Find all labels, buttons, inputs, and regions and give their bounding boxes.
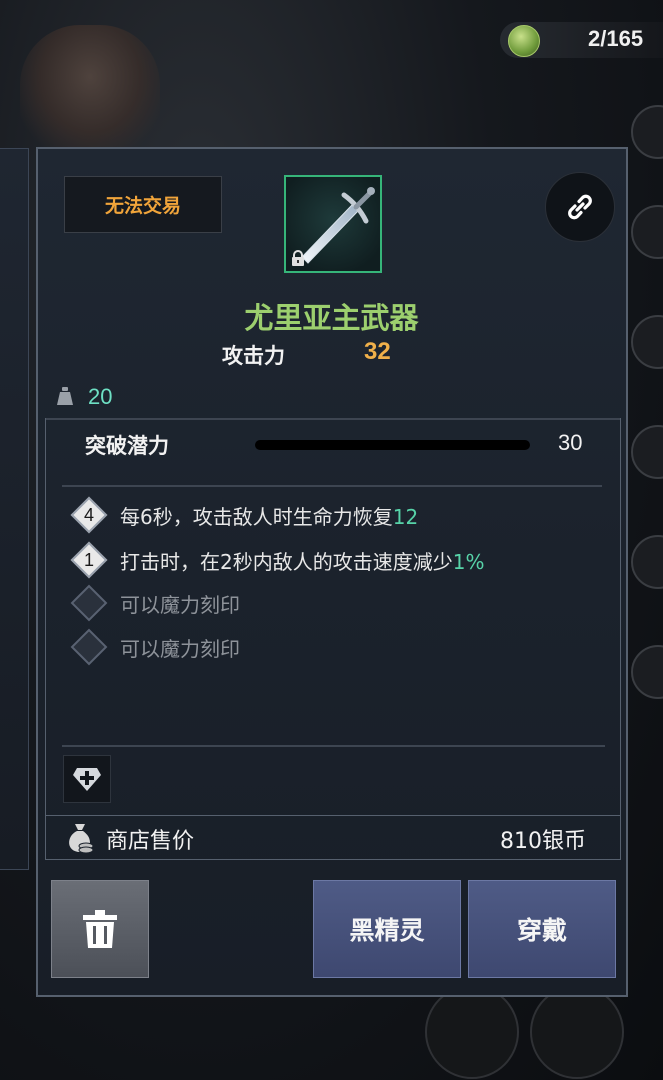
add-gem-slot[interactable] [63,755,111,803]
divider [62,745,605,747]
shop-price-label: 商店售价 [106,829,195,854]
option-level: 4 [83,504,94,525]
gem-plus-icon [73,768,101,791]
counter-text: 2/165 [588,26,644,51]
item-name: 尤里亚主武器 [244,301,419,335]
breakthrough-value: 30 [558,430,583,455]
option-description: 可以魔力刻印 [120,636,240,661]
background-left-panel [0,148,29,870]
option-row: 4 每6秒，攻击敌人时生命力恢复12 [70,495,418,535]
trade-status-badge: 无法交易 [64,176,222,233]
option-level-diamond-icon: 1 [70,541,108,579]
weight-icon [57,387,73,405]
breakthrough-bar [255,440,530,450]
breakthrough-label: 突破潜力 [85,434,169,458]
empty-slot-diamond-icon [70,628,108,666]
option-value: 1% [452,549,485,574]
option-description: 每6秒，攻击敌人时生命力恢复 [120,504,393,529]
option-text: 打击时，在2秒内敌人的攻击速度减少1% [120,546,484,575]
lock-icon [292,250,304,266]
background-slot [631,645,663,699]
option-text: 每6秒，攻击敌人时生命力恢复12 [120,501,418,530]
background-bottom-slot [530,985,624,1079]
link-icon [568,194,592,220]
empty-slot-diamond-icon [70,584,108,622]
background-character [20,25,160,155]
option-value: 12 [392,504,419,529]
option-text: 可以魔力刻印 [120,633,240,662]
divider [46,418,620,420]
option-row: 可以魔力刻印 [70,627,240,667]
option-row: 可以魔力刻印 [70,583,240,623]
delete-button[interactable] [51,880,149,978]
money-bag-icon [69,824,94,854]
attack-label: 攻击力 [222,344,285,368]
option-description: 打击时，在2秒内敌人的攻击速度减少 [120,549,453,574]
weight-value: 20 [88,384,113,409]
background-bottom-slot [425,985,519,1079]
background-slot [631,105,663,159]
divider [62,485,602,487]
shop-price-value: 810银币 [500,829,586,854]
option-description: 可以魔力刻印 [120,592,240,617]
share-link-button[interactable] [545,172,615,242]
attack-value: 32 [364,338,391,365]
background-slot [631,205,663,259]
race-button[interactable]: 黑精灵 [313,880,461,978]
background-slot [631,535,663,589]
option-level: 1 [83,549,94,570]
option-row: 1 打击时，在2秒内敌人的攻击速度减少1% [70,540,484,580]
equip-button[interactable]: 穿戴 [468,880,616,978]
option-text: 可以魔力刻印 [120,589,240,618]
background-slot [631,425,663,479]
fist-token-icon [508,25,540,57]
trash-icon [83,910,117,948]
option-level-diamond-icon: 4 [70,496,108,534]
